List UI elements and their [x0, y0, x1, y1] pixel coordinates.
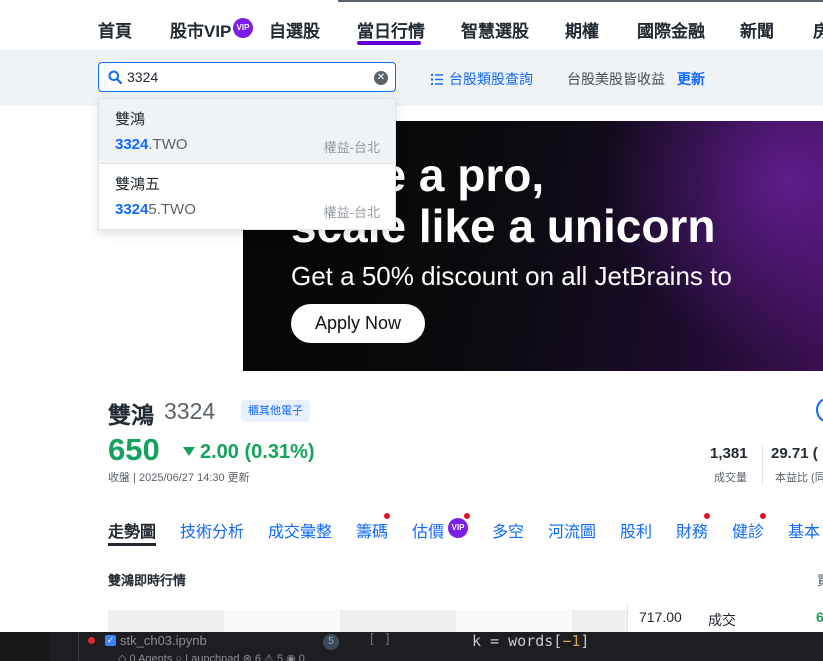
tab-notify-dot [384, 513, 390, 519]
nav-item-market-today[interactable]: 當日行情 [357, 17, 425, 42]
chart-band [572, 610, 628, 632]
clear-search-icon[interactable]: ✕ [374, 71, 388, 85]
nav-item-options[interactable]: 期權 [565, 17, 599, 42]
category-query-label: 台股類股查詢 [449, 71, 533, 87]
symbol-rest: 5.TWO [148, 201, 196, 218]
editor-divider [78, 632, 79, 661]
category-query-link[interactable]: 台股類股查詢 [431, 69, 533, 89]
vip-badge: VIP [233, 18, 253, 38]
tab-bull-bear[interactable]: 多空 [492, 518, 524, 542]
list-icon [431, 74, 443, 85]
nav-item-vip[interactable]: 股市VIP [170, 17, 231, 42]
quote-timestamp: 收盤 | 2025/06/27 14:30 更新 [108, 472, 250, 484]
stock-code: 3324 [164, 398, 216, 424]
search-icon [108, 70, 122, 84]
industry-tag[interactable]: 櫃其他電子 [241, 400, 310, 422]
code-prefix: k = words[ [472, 632, 563, 650]
symbol-match: 3324 [115, 201, 149, 218]
symbol-match: 3324 [115, 136, 149, 153]
chart-band [340, 610, 456, 632]
apply-now-button[interactable]: Apply Now [291, 304, 425, 343]
intraday-chart-area [108, 610, 628, 632]
tab-chips[interactable]: 籌碼 [356, 518, 388, 542]
yield-promo-text: 台股美股皆收益 [567, 71, 665, 87]
top-nav: 首頁 股市VIP VIP 自選股 當日行情 智慧選股 期權 國際金融 新聞 房 [0, 0, 823, 50]
tab-vip-badge: VIP [448, 518, 468, 538]
tab-notify-dot [760, 513, 766, 519]
realtime-right-label: 買 [817, 570, 823, 589]
tab-river-chart[interactable]: 河流圖 [548, 518, 596, 542]
pe-value: 29.71 ( [771, 445, 818, 462]
stat-divider [762, 445, 763, 485]
suggestion-item[interactable]: 雙鴻 3324.TWO 權益-台北 [99, 99, 395, 163]
chart-band [224, 610, 340, 632]
search-suggestions: 雙鴻 3324.TWO 權益-台北 雙鴻五 33245.TWO 權益-台北 [98, 98, 396, 230]
nav-item-home[interactable]: 首頁 [98, 17, 132, 42]
trade-value: 6 [816, 609, 823, 625]
notebook-filename[interactable]: stk_ch03.ipynb [120, 633, 207, 648]
suggestion-item[interactable]: 雙鴻五 33245.TWO 權益-台北 [99, 164, 395, 228]
nav-active-underline [357, 41, 421, 45]
price-change-value: 2.00 (0.31%) [200, 441, 315, 463]
nav-item-watchlist[interactable]: 自選股 [269, 17, 320, 42]
tab-dividend[interactable]: 股利 [620, 518, 652, 542]
trade-label: 成交 [708, 612, 736, 628]
tab-valuation[interactable]: 估價 [412, 518, 444, 542]
chart-band [456, 610, 572, 632]
realtime-section-title: 雙鴻即時行情 [108, 573, 187, 588]
down-arrow-icon [183, 447, 195, 456]
chart-band [108, 610, 224, 632]
tab-trade-summary[interactable]: 成交彙整 [268, 518, 332, 542]
unsaved-dot-icon [88, 637, 95, 644]
editor-gutter [0, 632, 50, 661]
suggestion-name: 雙鴻五 [115, 176, 161, 193]
cell-brackets: [ ] [368, 632, 392, 647]
volume-value: 1,381 [710, 445, 748, 462]
nav-item-house[interactable]: 房 [813, 17, 823, 42]
tab-trend-chart[interactable]: 走勢圖 [108, 518, 156, 542]
table-divider [627, 604, 628, 632]
tab-notify-dot [464, 513, 470, 519]
symbol-rest: .TWO [148, 136, 188, 153]
stock-search-box[interactable]: ✕ [98, 62, 396, 92]
tab-notify-dot [704, 513, 710, 519]
suggestion-market: 權益-台北 [323, 205, 380, 220]
suggestion-symbol: 3324.TWO [115, 136, 188, 153]
tab-technical[interactable]: 技術分析 [180, 518, 244, 542]
suggestion-name: 雙鴻 [115, 111, 146, 128]
problems-badge: 5 [323, 634, 339, 650]
search-input[interactable] [127, 67, 357, 87]
volume-label: 成交量 [714, 472, 747, 484]
nav-top-border [338, 0, 823, 2]
suggestion-symbol: 33245.TWO [115, 201, 196, 218]
stock-price: 650 [108, 432, 160, 467]
code-editor-window: ✓ stk_ch03.ipynb 5 [ ] k = words[−1] ◇ 0… [0, 632, 823, 661]
code-suffix: ] [580, 632, 590, 650]
pe-label: 本益比 (同 [775, 472, 823, 484]
code-number: −1 [562, 632, 581, 650]
nav-item-intl-finance[interactable]: 國際金融 [637, 17, 705, 42]
nav-item-news[interactable]: 新聞 [740, 17, 774, 42]
update-link[interactable]: 更新 [677, 69, 705, 89]
editor-status-bar: ◇ 0 Agents ○ Launchpad ⊗ 6 ⚠ 5 ◉ 0 [118, 653, 305, 661]
trade-price: 717.00 [639, 609, 682, 625]
tab-health-check[interactable]: 健診 [732, 518, 764, 542]
ad-subline: Get a 50% discount on all JetBrains to [291, 261, 732, 291]
tab-basic[interactable]: 基本 [788, 518, 820, 542]
add-watchlist-icon[interactable] [816, 397, 823, 423]
suggestion-market: 權益-台北 [323, 140, 380, 155]
stock-name: 雙鴻 [108, 402, 154, 428]
checkbox-icon[interactable]: ✓ [105, 635, 116, 646]
tab-financials[interactable]: 財務 [676, 518, 708, 542]
code-line[interactable]: k = words[−1] [472, 632, 589, 650]
price-change: 2.00 (0.31%) [183, 441, 315, 464]
tab-active-underline [108, 543, 156, 546]
nav-item-smart-screener[interactable]: 智慧選股 [461, 17, 529, 42]
